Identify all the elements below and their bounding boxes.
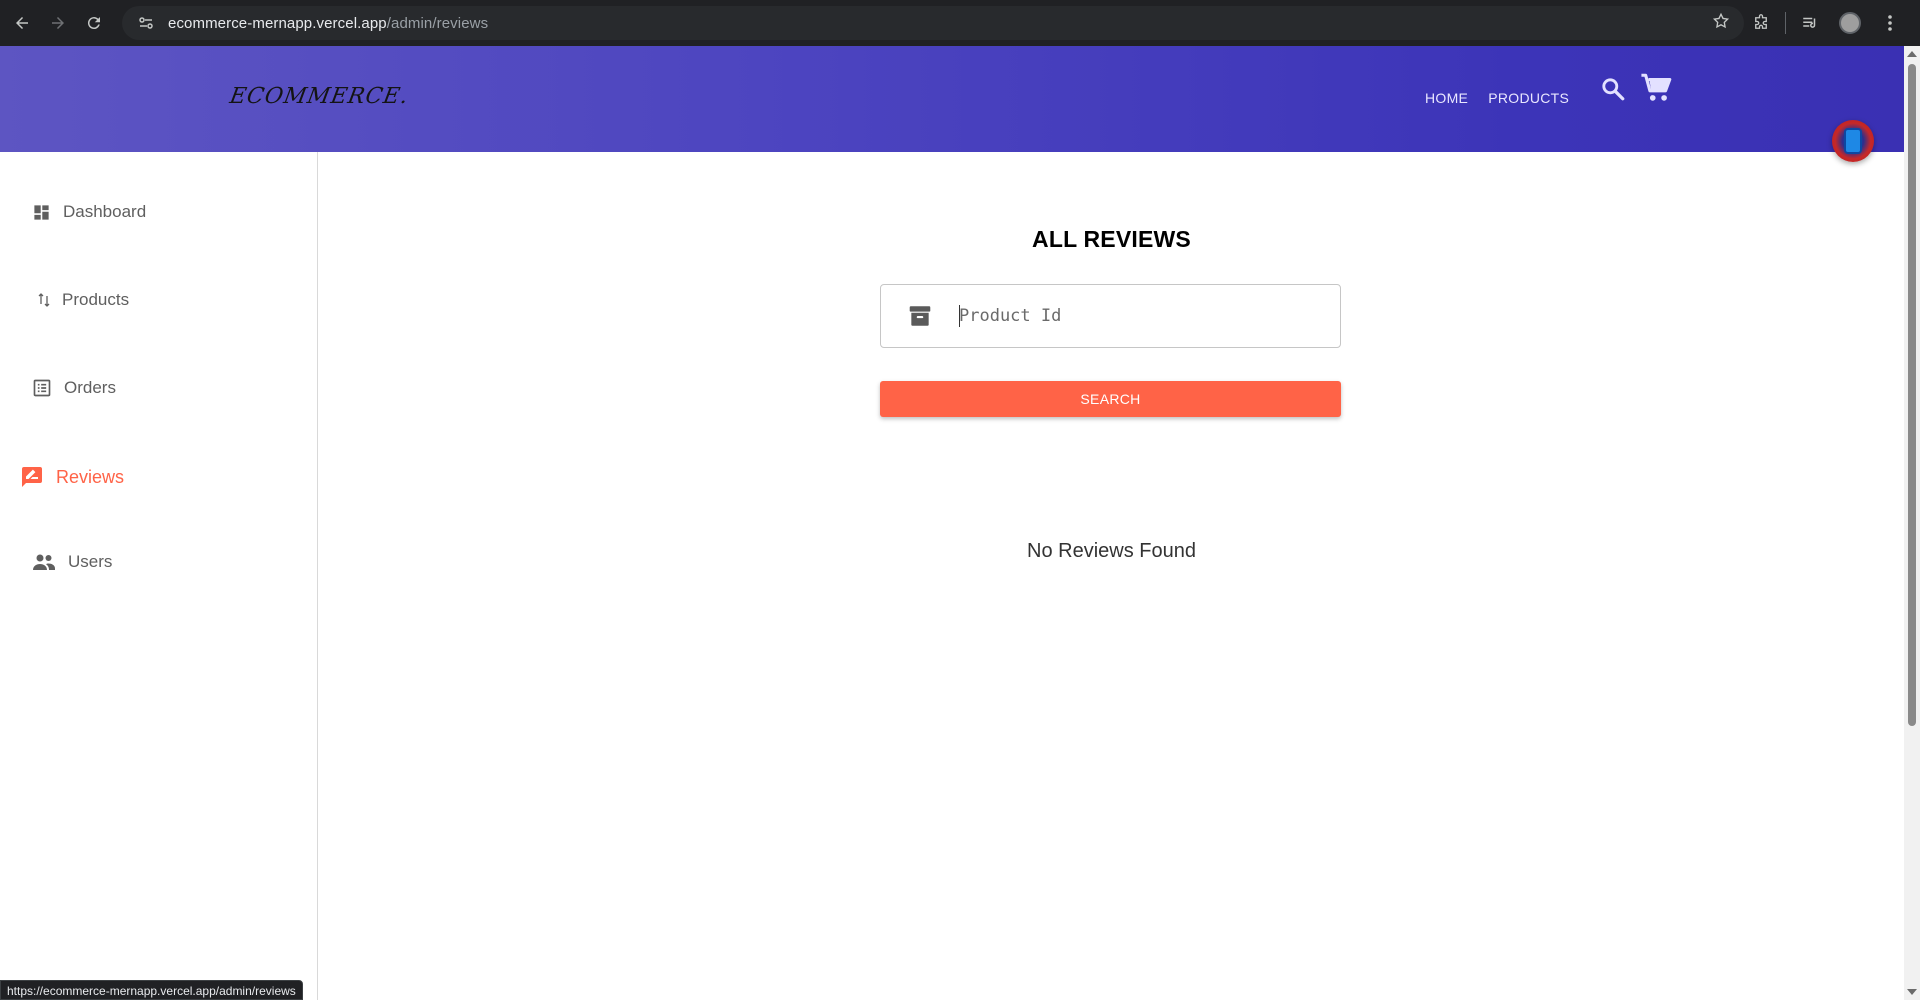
product-id-field[interactable] bbox=[880, 284, 1341, 348]
sidebar-item-label: Orders bbox=[64, 378, 116, 397]
back-button[interactable] bbox=[4, 5, 40, 41]
empty-state-message: No Reviews Found bbox=[1027, 540, 1196, 562]
sort-arrows-icon bbox=[38, 293, 50, 307]
site-header: ECOMMERCE. HOME PRODUCTS bbox=[0, 46, 1904, 152]
browser-menu-icon[interactable] bbox=[1870, 3, 1910, 43]
browser-toolbar: ecommerce-mernapp.vercel.app/admin/revie… bbox=[0, 0, 1920, 46]
page-scrollbar[interactable] bbox=[1904, 46, 1920, 1000]
rate-review-icon bbox=[20, 465, 44, 489]
admin-sidebar: Dashboard Products Orders Reviews Users bbox=[0, 152, 318, 1000]
site-info-icon[interactable] bbox=[134, 11, 158, 35]
search-button[interactable]: SEARCH bbox=[880, 381, 1341, 417]
url-text: ecommerce-mernapp.vercel.app/admin/revie… bbox=[168, 14, 489, 32]
reload-button[interactable] bbox=[76, 5, 112, 41]
sidebar-item-dashboard[interactable]: Dashboard bbox=[32, 202, 146, 222]
link-status-bar: https://ecommerce-mernapp.vercel.app/adm… bbox=[0, 980, 303, 1000]
scroll-down-arrow-icon[interactable] bbox=[1907, 989, 1917, 995]
sidebar-item-products[interactable]: Products bbox=[38, 290, 129, 310]
reviews-main: ALL REVIEWS SEARCH No Reviews Found bbox=[319, 152, 1904, 1000]
scrollbar-thumb[interactable] bbox=[1908, 64, 1916, 726]
text-caret bbox=[959, 305, 960, 327]
nav-home-link[interactable]: HOME bbox=[1425, 90, 1468, 106]
extensions-icon[interactable] bbox=[1741, 3, 1781, 43]
bookmark-star-icon[interactable] bbox=[1712, 12, 1730, 35]
page-title: ALL REVIEWS bbox=[1032, 226, 1191, 252]
profile-speed-dial[interactable] bbox=[1832, 120, 1874, 162]
archive-icon bbox=[881, 303, 959, 329]
media-controls-icon[interactable] bbox=[1790, 3, 1830, 43]
browser-actions bbox=[1741, 0, 1920, 46]
sidebar-item-label: Products bbox=[62, 290, 130, 309]
sidebar-item-label: Users bbox=[68, 552, 113, 571]
product-id-input[interactable] bbox=[959, 306, 1319, 326]
toolbar-divider bbox=[1785, 12, 1786, 34]
search-icon[interactable] bbox=[1600, 76, 1626, 107]
people-icon bbox=[32, 553, 56, 571]
address-bar[interactable]: ecommerce-mernapp.vercel.app/admin/revie… bbox=[122, 6, 1744, 40]
site-logo[interactable]: ECOMMERCE. bbox=[228, 84, 411, 109]
sidebar-item-label: Reviews bbox=[56, 466, 125, 487]
scroll-up-arrow-icon[interactable] bbox=[1907, 51, 1917, 57]
profile-avatar[interactable] bbox=[1830, 3, 1870, 43]
sidebar-item-users[interactable]: Users bbox=[32, 552, 112, 572]
forward-button[interactable] bbox=[40, 5, 76, 41]
sidebar-item-reviews[interactable]: Reviews bbox=[20, 465, 124, 489]
sidebar-item-label: Dashboard bbox=[63, 202, 147, 221]
sidebar-item-orders[interactable]: Orders bbox=[32, 378, 116, 398]
nav-products-link[interactable]: PRODUCTS bbox=[1488, 90, 1569, 106]
profile-avatar-image bbox=[1844, 128, 1862, 154]
list-alt-icon bbox=[32, 378, 52, 398]
cart-icon[interactable] bbox=[1640, 72, 1674, 109]
dashboard-icon bbox=[32, 203, 51, 222]
top-nav: HOME PRODUCTS bbox=[1425, 90, 1569, 106]
